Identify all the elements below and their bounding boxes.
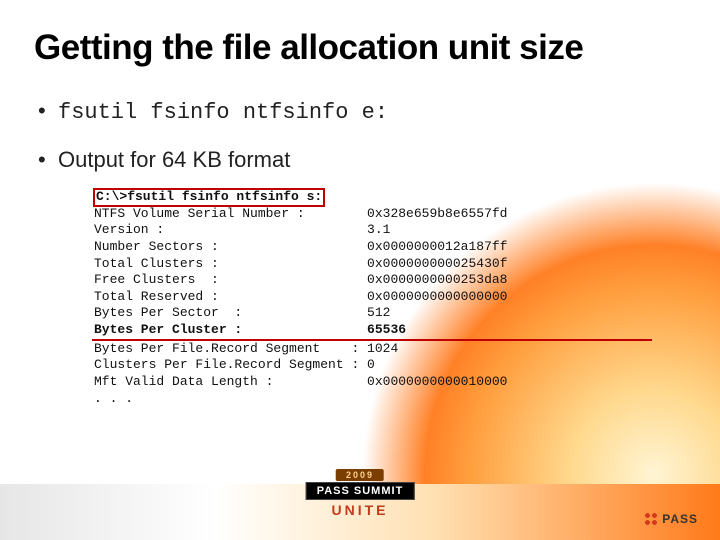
code-value: 1024	[367, 341, 398, 356]
code-label: Bytes Per File.Record Segment :	[94, 341, 367, 356]
code-row: Total Clusters : 0x000000000025430f	[92, 256, 652, 273]
code-row: Bytes Per Sector : 512	[92, 305, 652, 322]
pass-logo-text: PASS	[662, 512, 698, 526]
bullet-list: fsutil fsinfo ntfsinfo e: Output for 64 …	[34, 98, 686, 173]
code-row: Mft Valid Data Length : 0x00000000000100…	[92, 374, 652, 391]
code-value: 65536	[367, 322, 406, 337]
bullet-output: Output for 64 KB format	[34, 147, 686, 173]
code-label: Number Sectors :	[94, 239, 367, 254]
pass-logo: PASS	[644, 512, 698, 526]
code-label: Free Clusters :	[94, 272, 367, 287]
code-row: NTFS Volume Serial Number : 0x328e659b8e…	[92, 206, 652, 223]
code-row: Version : 3.1	[92, 222, 652, 239]
code-label: Total Clusters :	[94, 256, 367, 271]
code-ellipsis: . . .	[92, 391, 652, 408]
code-label: Version :	[94, 222, 367, 237]
bullet-command: fsutil fsinfo ntfsinfo e:	[34, 98, 686, 125]
code-label: Total Reserved :	[94, 289, 367, 304]
command-text: fsutil fsinfo ntfsinfo e:	[58, 100, 388, 125]
code-row: Bytes Per Cluster : 65536	[92, 322, 652, 341]
conference-badge: 2009 PASS SUMMIT UNITE	[306, 465, 415, 518]
code-row: Free Clusters : 0x0000000000253da8	[92, 272, 652, 289]
code-value: 0x000000000025430f	[367, 256, 507, 271]
code-value: 0x328e659b8e6557fd	[367, 206, 507, 221]
code-value: 0	[367, 357, 375, 372]
badge-sub: UNITE	[306, 502, 415, 518]
code-row: Number Sectors : 0x0000000012a187ff	[92, 239, 652, 256]
code-value: 0x0000000000253da8	[367, 272, 507, 287]
badge-main: PASS SUMMIT	[306, 482, 415, 500]
code-value: 0x0000000012a187ff	[367, 239, 507, 254]
badge-year: 2009	[336, 469, 384, 481]
code-prompt: C:\>fsutil fsinfo ntfsinfo s:	[94, 189, 324, 206]
code-value: 0x0000000000000000	[367, 289, 507, 304]
code-value: 512	[367, 305, 390, 320]
code-row: Clusters Per File.Record Segment : 0	[92, 357, 652, 374]
code-label: Bytes Per Sector :	[94, 305, 367, 320]
code-prompt-line: C:\>fsutil fsinfo ntfsinfo s:	[92, 189, 652, 206]
code-value: 0x0000000000010000	[367, 374, 507, 389]
code-label: Clusters Per File.Record Segment :	[94, 357, 367, 372]
code-label: NTFS Volume Serial Number :	[94, 206, 367, 221]
code-row: Bytes Per File.Record Segment : 1024	[92, 341, 652, 358]
code-label: Bytes Per Cluster :	[94, 322, 367, 337]
slide-title: Getting the file allocation unit size	[34, 28, 686, 68]
code-value: 3.1	[367, 222, 390, 237]
code-output-block: C:\>fsutil fsinfo ntfsinfo s: NTFS Volum…	[92, 189, 652, 407]
code-label: Mft Valid Data Length :	[94, 374, 367, 389]
pass-logo-icon	[644, 512, 658, 526]
output-label: Output for 64 KB format	[58, 147, 290, 172]
code-row: Total Reserved : 0x0000000000000000	[92, 289, 652, 306]
